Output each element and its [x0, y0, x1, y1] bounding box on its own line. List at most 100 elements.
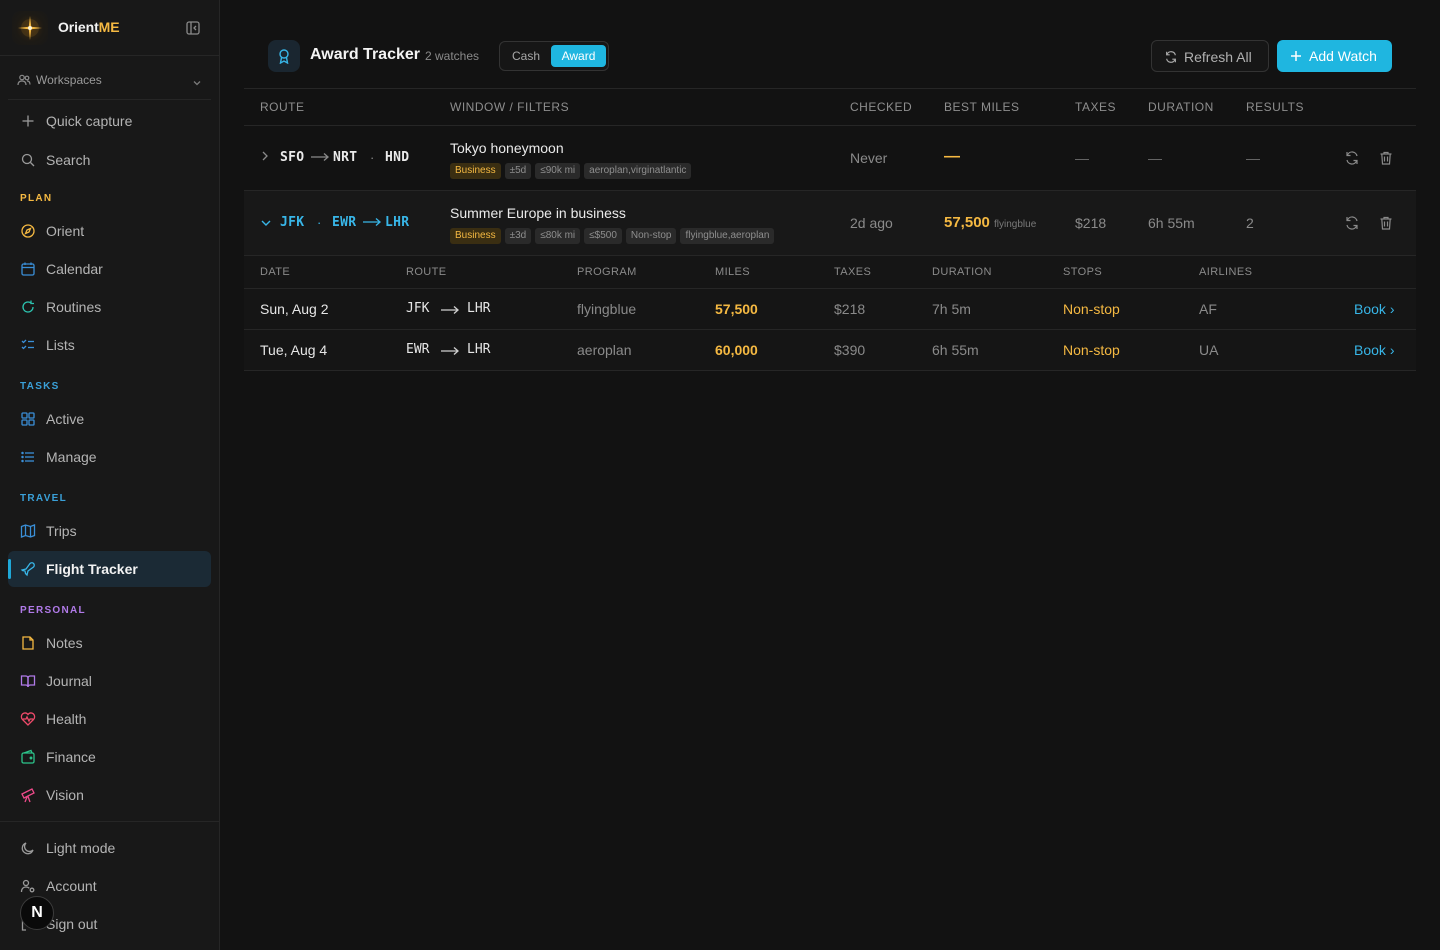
route-destination: HND: [385, 150, 410, 165]
table-row[interactable]: JFK · EWR LHR Summer Europe in business …: [244, 191, 1416, 256]
results-value: 2: [1246, 215, 1254, 231]
duration-value: 6h 55m: [1148, 215, 1195, 231]
sidebar-item-calendar[interactable]: Calendar: [8, 251, 211, 287]
sidebar-item-notes[interactable]: Notes: [8, 625, 211, 661]
column-header-duration: DURATION: [1148, 100, 1214, 114]
users-icon: [17, 73, 31, 90]
taxes-value: $218: [1075, 215, 1107, 231]
best-miles-program: flyingblue: [994, 219, 1037, 230]
dev-badge[interactable]: N: [20, 896, 54, 930]
result-duration: 6h 55m: [932, 342, 979, 358]
trash-icon[interactable]: [1378, 150, 1394, 169]
plus-icon: [20, 113, 36, 129]
book-link[interactable]: Book ›: [1354, 342, 1394, 358]
search-button[interactable]: Search: [8, 142, 211, 178]
section-tasks: TASKS: [20, 381, 60, 392]
sidebar-item-label: Calendar: [46, 261, 103, 277]
calendar-icon: [20, 261, 36, 277]
book-label: Book: [1354, 301, 1386, 317]
sidebar-item-active[interactable]: Active: [8, 401, 211, 437]
tag-max-taxes: ≤$500: [584, 228, 622, 244]
arrow-right-icon: [440, 303, 460, 319]
mode-award-button[interactable]: Award: [551, 45, 606, 67]
tag-cabin: Business: [450, 228, 501, 244]
filter-tags: Business ±3d ≤80k mi ≤$500 Non-stop flyingblu…: [450, 225, 778, 244]
sidebar-item-label: Routines: [46, 299, 102, 315]
sidebar-item-routines[interactable]: Routines: [8, 289, 211, 325]
heart-pulse-icon: [20, 711, 36, 727]
sidebar-item-lists[interactable]: Lists: [8, 327, 211, 363]
result-row: Tue, Aug 4 EWR LHR aeroplan 60,000 $390 …: [244, 330, 1416, 371]
tag-programs: flyingblue,aeroplan: [680, 228, 775, 244]
sidebar-item-label: Vision: [46, 787, 84, 803]
route-destination: NRT: [333, 150, 358, 165]
sidebar-item-journal[interactable]: Journal: [8, 663, 211, 699]
page-title: Award Tracker: [310, 46, 420, 63]
brand-name-suffix: ME: [98, 19, 120, 35]
user-gear-icon: [20, 878, 36, 894]
light-mode-toggle[interactable]: Light mode: [8, 830, 211, 866]
light-mode-label: Light mode: [46, 840, 116, 856]
sign-out-label: Sign out: [46, 916, 98, 932]
results-col-route: ROUTE: [406, 266, 447, 278]
column-header-route: ROUTE: [260, 100, 305, 114]
result-miles: 57,500: [715, 301, 758, 317]
chevron-down-icon[interactable]: [260, 215, 272, 231]
moon-icon: [20, 840, 36, 856]
sidebar-item-label: Orient: [46, 223, 85, 239]
brand-logo-icon[interactable]: [12, 11, 48, 45]
refresh-icon[interactable]: [1344, 150, 1360, 169]
filter-tags: Business ±5d ≤90k mi aeroplan,virginatlanti…: [450, 160, 695, 179]
column-header-window: WINDOW / FILTERS: [450, 100, 570, 114]
workspaces-label: Workspaces: [36, 73, 102, 87]
trash-icon[interactable]: [1378, 215, 1394, 234]
watch-name: Summer Europe in business: [450, 205, 626, 221]
results-col-miles: MILES: [715, 266, 751, 278]
mode-cash-button[interactable]: Cash: [508, 46, 544, 66]
refresh-icon: [1164, 49, 1178, 68]
results-col-duration: DURATION: [932, 266, 992, 278]
chevron-right-icon: ›: [1389, 301, 1395, 317]
brand-name-prefix: Orient: [58, 19, 99, 35]
account-label: Account: [46, 878, 97, 894]
sidebar-item-label: Lists: [46, 337, 75, 353]
sidebar-item-finance[interactable]: Finance: [8, 739, 211, 775]
tag-flex: ±5d: [504, 163, 532, 179]
result-date: Sun, Aug 2: [260, 301, 329, 317]
refresh-icon[interactable]: [1344, 215, 1360, 234]
sidebar-item-label: Manage: [46, 449, 97, 465]
chevron-right-icon[interactable]: [260, 149, 270, 165]
add-watch-button[interactable]: Add Watch: [1277, 40, 1392, 72]
result-stops: Non-stop: [1063, 342, 1120, 358]
plane-icon: [20, 561, 36, 577]
plus-icon: [1289, 48, 1303, 67]
table-row[interactable]: SFO NRT · HND Tokyo honeymoon Business ±5…: [244, 126, 1416, 191]
sidebar-item-label: Active: [46, 411, 85, 427]
section-plan: PLAN: [20, 193, 53, 204]
workspaces-selector[interactable]: Workspaces: [8, 64, 211, 100]
quick-capture-button[interactable]: Quick capture: [8, 103, 211, 139]
book-link[interactable]: Book ›: [1354, 301, 1394, 317]
sidebar-item-health[interactable]: Health: [8, 701, 211, 737]
result-taxes: $218: [834, 301, 866, 317]
checklist-icon: [20, 337, 36, 353]
tag-cabin: Business: [450, 163, 501, 179]
result-stops: Non-stop: [1063, 301, 1120, 317]
result-to: LHR: [467, 301, 491, 316]
result-program: flyingblue: [577, 301, 637, 317]
wallet-icon: [20, 749, 36, 765]
sidebar-item-flight-tracker[interactable]: Flight Tracker: [8, 551, 211, 587]
route-origin: EWR: [332, 215, 357, 230]
sidebar-item-manage[interactable]: Manage: [8, 439, 211, 475]
chevron-down-icon: [192, 75, 202, 91]
tag-max-miles: ≤90k mi: [535, 163, 581, 179]
sidebar-item-label: Finance: [46, 749, 96, 765]
sidebar-item-vision[interactable]: Vision: [8, 777, 211, 813]
result-miles: 60,000: [715, 342, 758, 358]
result-airline: UA: [1199, 342, 1219, 358]
sidebar-collapse-icon[interactable]: [185, 20, 201, 36]
sidebar-item-trips[interactable]: Trips: [8, 513, 211, 549]
refresh-cycle-icon: [20, 299, 36, 315]
sidebar-item-orient[interactable]: Orient: [8, 213, 211, 249]
refresh-all-button[interactable]: Refresh All: [1151, 40, 1269, 72]
